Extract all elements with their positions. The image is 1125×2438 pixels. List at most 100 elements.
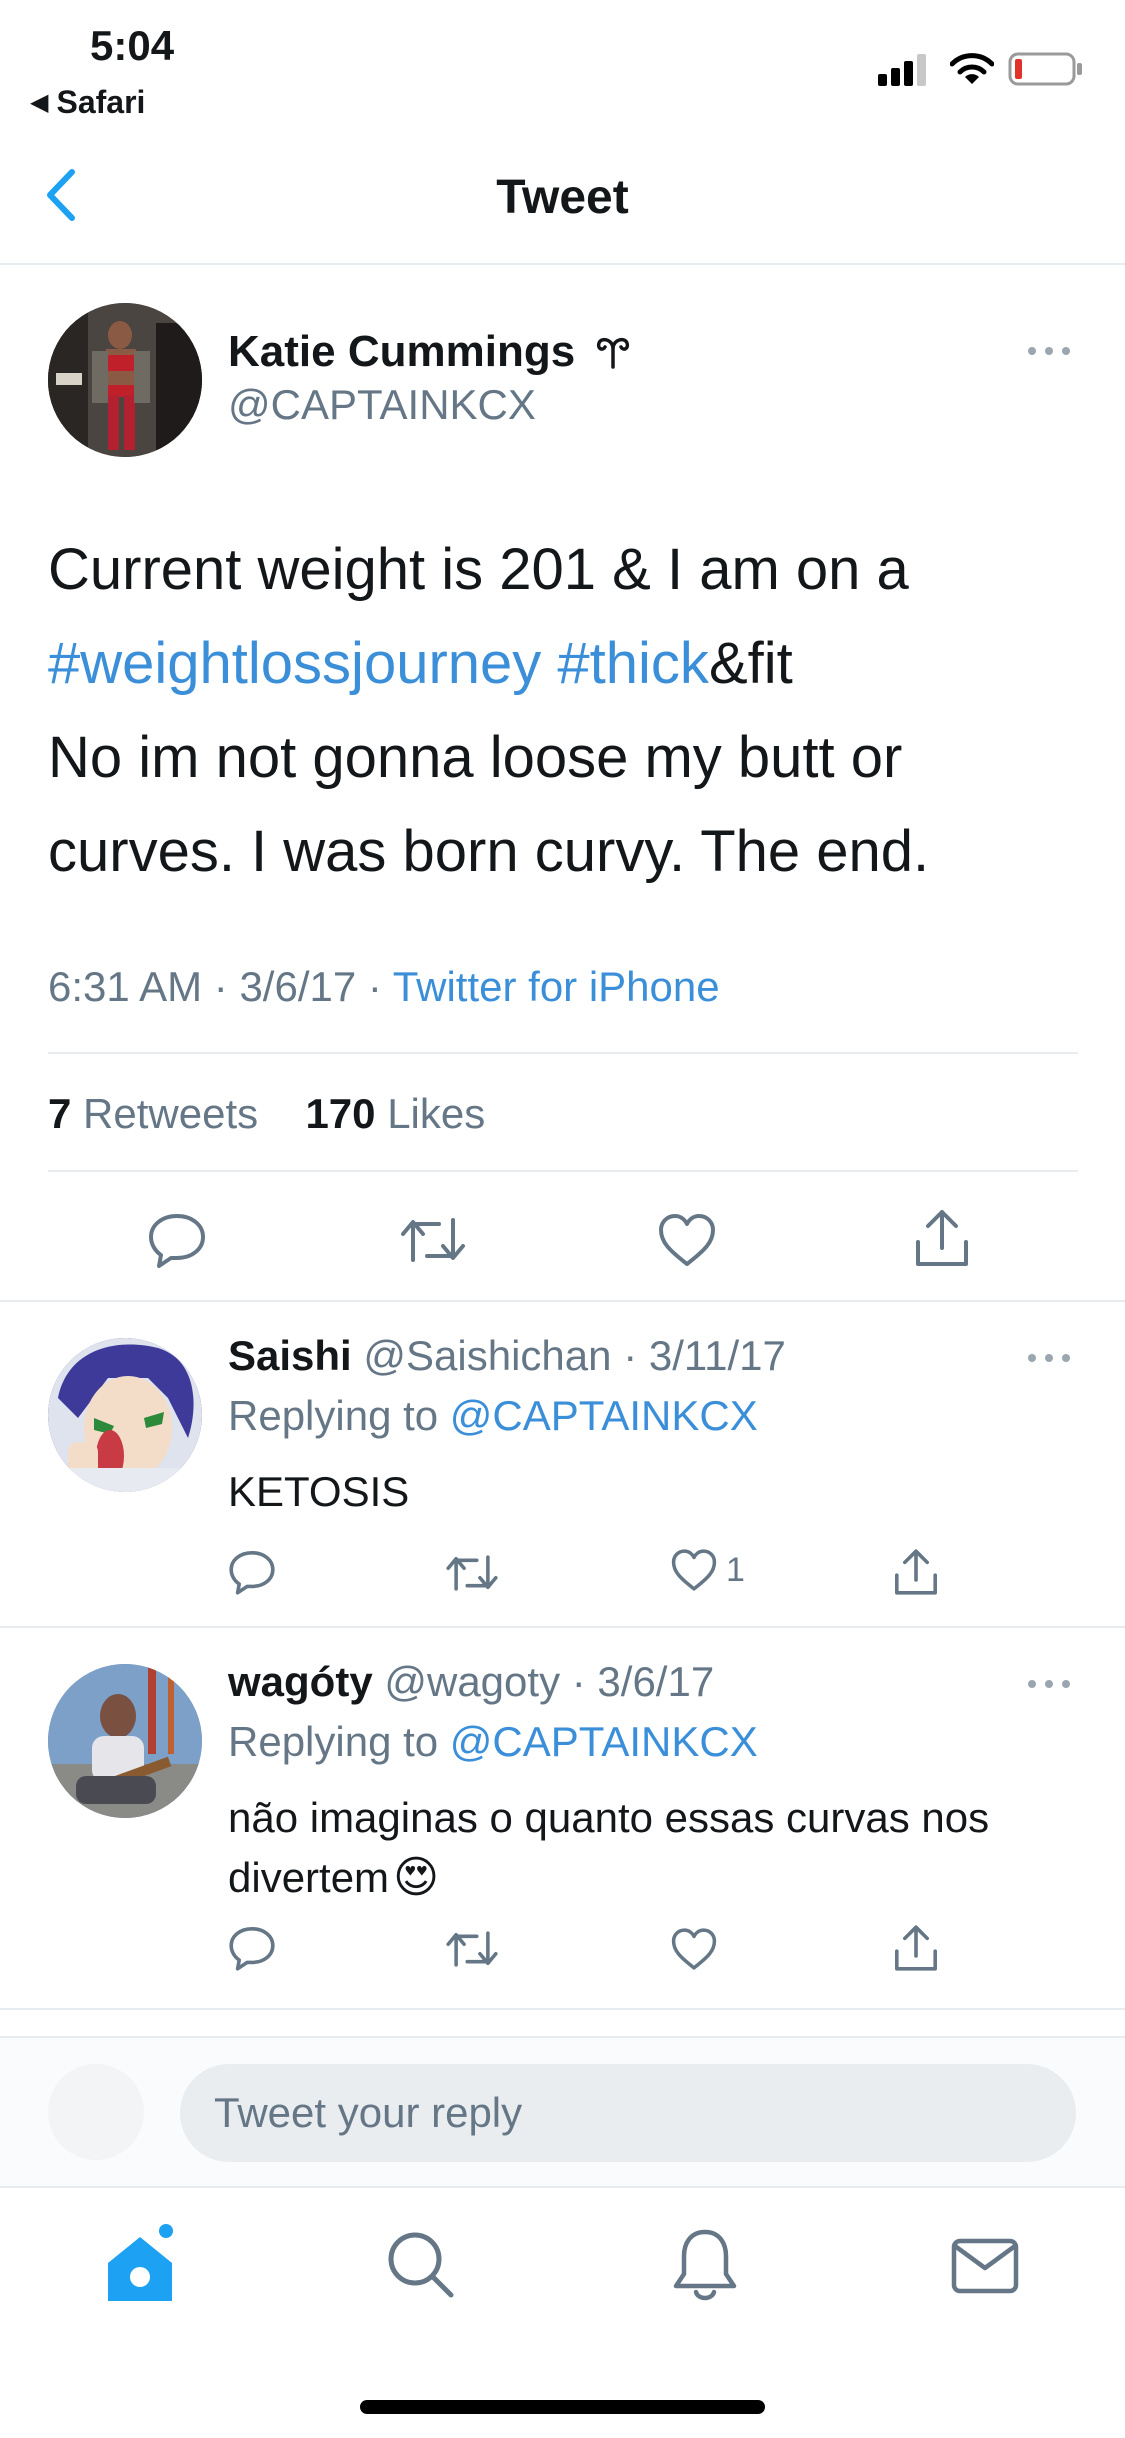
like-button[interactable]: 1 bbox=[670, 1548, 745, 1592]
tab-search[interactable] bbox=[380, 2224, 460, 2304]
tweet-actions bbox=[0, 1200, 1125, 1280]
more-icon[interactable] bbox=[1028, 347, 1070, 355]
reply-icon bbox=[149, 1214, 205, 1268]
share-button[interactable] bbox=[910, 1204, 974, 1272]
reply-text-line-1: não imaginas o quanto essas curvas nos bbox=[228, 1794, 990, 1841]
reply-item[interactable]: wagóty @wagoty · 3/6/17 Replying to @CAP… bbox=[0, 1628, 1125, 2008]
likes-label: Likes bbox=[387, 1090, 486, 1137]
home-indicator[interactable] bbox=[360, 2400, 765, 2414]
like-button[interactable] bbox=[655, 1208, 719, 1272]
status-bar: 5:04 ◀ Safari bbox=[0, 0, 1125, 130]
replying-to-handle[interactable]: @CAPTAINKCX bbox=[450, 1392, 758, 1439]
reply-avatar[interactable] bbox=[48, 1664, 202, 1818]
heart-icon bbox=[671, 1549, 717, 1591]
author-name[interactable]: Katie Cummings bbox=[228, 327, 575, 377]
likes-stat[interactable]: 170 Likes bbox=[305, 1090, 485, 1137]
reply-avatar[interactable] bbox=[48, 1338, 202, 1492]
retweet-button[interactable] bbox=[444, 1548, 500, 1598]
share-icon bbox=[895, 1925, 937, 1971]
tweet-text-fit: &fit bbox=[708, 631, 793, 696]
reply-text: KETOSIS bbox=[228, 1468, 410, 1515]
tweet-text-line-4: curves. I was born curvy. The end. bbox=[48, 819, 930, 884]
messages-icon bbox=[951, 2238, 1019, 2294]
reply-author-handle[interactable]: @Saishichan bbox=[363, 1332, 611, 1379]
tab-messages[interactable] bbox=[945, 2228, 1025, 2304]
tweet-text: Current weight is 201 & I am on a #weigh… bbox=[48, 523, 1088, 899]
tweet-text-line-1: Current weight is 201 & I am on a bbox=[48, 537, 909, 602]
main-tweet: Katie Cummings @CAPTAINKCX Current weigh… bbox=[0, 265, 1125, 1300]
page-title: Tweet bbox=[496, 171, 629, 224]
share-icon bbox=[895, 1549, 937, 1595]
home-icon bbox=[108, 2224, 173, 2301]
reply-button[interactable] bbox=[226, 1546, 278, 1598]
tweet-text-line-3: No im not gonna loose my butt or bbox=[48, 725, 903, 790]
battery-icon bbox=[1008, 52, 1084, 86]
retweet-icon bbox=[446, 1931, 498, 1967]
tweet-time: 6:31 AM bbox=[48, 963, 203, 1010]
heart-icon bbox=[671, 1928, 717, 1970]
notifications-icon bbox=[673, 2229, 737, 2301]
reply-header: wagóty @wagoty · 3/6/17 bbox=[228, 1658, 715, 1705]
reply-text-line-2: divertem 😍 bbox=[228, 1848, 1088, 1908]
tweet-meta: 6:31 AM · 3/6/17 · Twitter for iPhone bbox=[48, 963, 720, 1010]
back-triangle-icon: ◀ bbox=[30, 89, 49, 116]
retweets-stat[interactable]: 7 Retweets bbox=[48, 1090, 270, 1137]
like-button[interactable] bbox=[668, 1924, 720, 1974]
reply-author-handle[interactable]: @wagoty bbox=[384, 1658, 560, 1705]
reply-button[interactable] bbox=[226, 1922, 278, 1974]
hashtag-weightlossjourney[interactable]: #weightlossjourney bbox=[48, 631, 541, 696]
avatar[interactable] bbox=[48, 303, 202, 457]
retweet-button[interactable] bbox=[398, 1208, 468, 1272]
retweets-count: 7 bbox=[48, 1090, 72, 1137]
tweet-date: 3/6/17 bbox=[239, 963, 357, 1010]
tab-notifications[interactable] bbox=[665, 2222, 745, 2306]
back-to-safari[interactable]: ◀ Safari bbox=[30, 84, 145, 121]
reply-actions: 1 bbox=[0, 1542, 1125, 1602]
reply-icon bbox=[229, 1551, 275, 1595]
tweet-text-line-2: #weightlossjourney #thick&fit bbox=[48, 617, 1088, 711]
tweet-stats: 7 Retweets 170 Likes bbox=[48, 1090, 485, 1138]
retweet-icon bbox=[446, 1555, 498, 1591]
reply-date: 3/11/17 bbox=[648, 1332, 786, 1379]
reply-input[interactable]: Tweet your reply bbox=[180, 2064, 1076, 2162]
nav-bar: Tweet bbox=[0, 130, 1125, 263]
heart-eyes-emoji-icon: 😍 bbox=[393, 1853, 439, 1902]
wifi-icon bbox=[950, 52, 994, 86]
aries-icon bbox=[597, 337, 630, 369]
search-icon bbox=[388, 2232, 454, 2298]
more-icon[interactable] bbox=[1028, 1354, 1070, 1362]
tweet-source[interactable]: Twitter for iPhone bbox=[393, 963, 720, 1010]
retweet-button[interactable] bbox=[444, 1924, 500, 1974]
reply-author-name[interactable]: Saishi bbox=[228, 1332, 352, 1379]
reply-text-line-2-text: divertem bbox=[228, 1854, 390, 1901]
reply-author-name[interactable]: wagóty bbox=[228, 1658, 373, 1705]
replying-to-label: Replying to bbox=[228, 1718, 439, 1765]
reply-divider bbox=[0, 2008, 1125, 2010]
author-handle[interactable]: @CAPTAINKCX bbox=[228, 381, 536, 429]
more-icon[interactable] bbox=[1028, 1680, 1070, 1688]
tab-bar bbox=[0, 2186, 1125, 2438]
likes-count: 170 bbox=[305, 1090, 376, 1137]
replying-to: Replying to @CAPTAINKCX bbox=[228, 1392, 758, 1440]
share-icon bbox=[916, 1210, 968, 1266]
stats-divider-bottom bbox=[48, 1170, 1078, 1172]
reply-item[interactable]: Saishi @Saishichan · 3/11/17 Replying to… bbox=[0, 1302, 1125, 1625]
reply-text: não imaginas o quanto essas curvas nos d… bbox=[228, 1788, 1088, 1908]
reply-date: 3/6/17 bbox=[597, 1658, 715, 1705]
reply-input-placeholder: Tweet your reply bbox=[214, 2089, 523, 2136]
back-app-label: Safari bbox=[56, 84, 146, 120]
replying-to: Replying to @CAPTAINKCX bbox=[228, 1718, 758, 1766]
tab-home[interactable] bbox=[100, 2218, 180, 2308]
share-button[interactable] bbox=[890, 1544, 942, 1600]
composer-avatar bbox=[48, 2064, 144, 2160]
signal-icon bbox=[878, 52, 930, 86]
replying-to-label: Replying to bbox=[228, 1392, 439, 1439]
reply-actions bbox=[0, 1918, 1125, 1978]
retweets-label: Retweets bbox=[83, 1090, 259, 1137]
status-time: 5:04 bbox=[90, 22, 175, 69]
reply-button[interactable] bbox=[145, 1208, 209, 1272]
stats-divider-top bbox=[48, 1052, 1078, 1054]
replying-to-handle[interactable]: @CAPTAINKCX bbox=[450, 1718, 758, 1765]
hashtag-thick[interactable]: #thick bbox=[557, 631, 709, 696]
share-button[interactable] bbox=[890, 1920, 942, 1976]
